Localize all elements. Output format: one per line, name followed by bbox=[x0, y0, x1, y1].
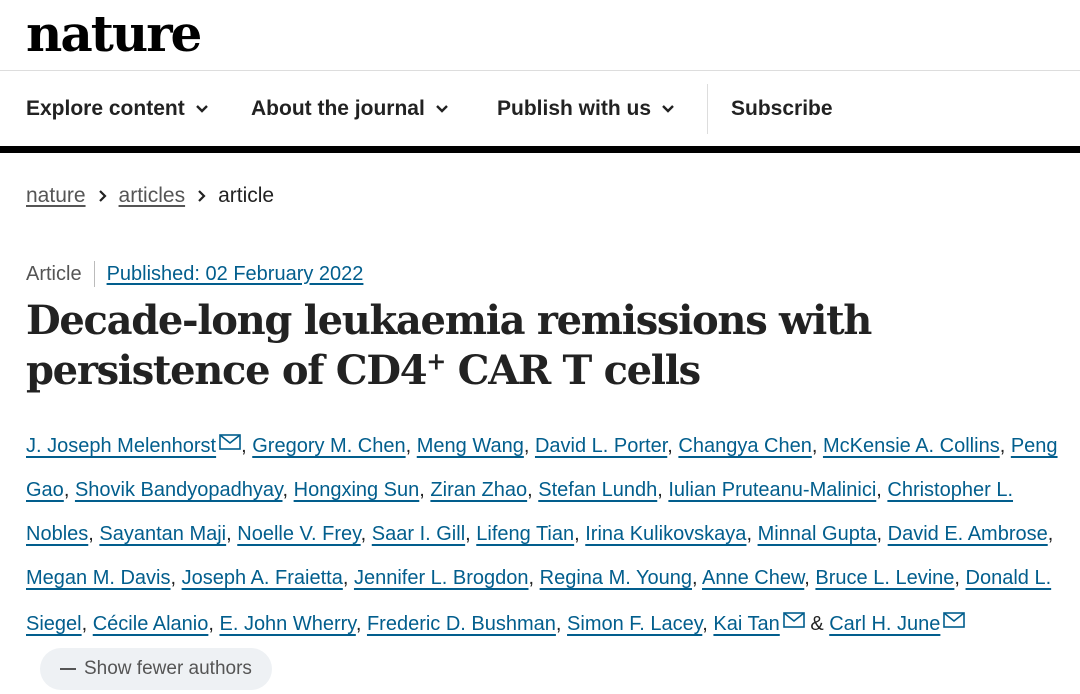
header-divider bbox=[0, 70, 1080, 71]
author-separator: , bbox=[342, 567, 354, 589]
nav-item-label: About the journal bbox=[251, 97, 425, 120]
author-separator: , bbox=[465, 523, 477, 545]
author-joiner: & bbox=[804, 613, 830, 635]
author-separator: , bbox=[88, 523, 100, 545]
article-meta: Article Published: 02 February 2022 bbox=[26, 258, 363, 290]
author-separator: , bbox=[876, 523, 888, 545]
author-separator: , bbox=[170, 567, 182, 589]
author-link[interactable]: Lifeng Tian bbox=[476, 523, 574, 545]
show-fewer-label: Show fewer authors bbox=[84, 657, 252, 679]
nav-item-label: Explore content bbox=[26, 97, 185, 120]
breadcrumb: nature articles article bbox=[26, 180, 274, 212]
author-link[interactable]: David E. Ambrose bbox=[888, 523, 1048, 545]
show-fewer-authors-button[interactable]: Show fewer authors bbox=[40, 647, 272, 690]
nav-item-label: Publish with us bbox=[497, 97, 652, 120]
email-icon[interactable] bbox=[782, 600, 805, 644]
author-link[interactable]: Cécile Alanio bbox=[93, 613, 209, 635]
author-separator: , bbox=[811, 435, 823, 457]
author-separator: , bbox=[1047, 523, 1054, 545]
published-date-link[interactable]: Published: 02 February 2022 bbox=[107, 263, 364, 286]
author-link[interactable]: Megan M. Davis bbox=[26, 567, 171, 589]
author-link[interactable]: Bruce L. Levine bbox=[815, 567, 954, 589]
title-text-end: CAR T cells bbox=[445, 347, 701, 394]
chevron-down-icon bbox=[195, 104, 209, 114]
author-separator: , bbox=[657, 479, 669, 501]
author-link[interactable]: McKensie A. Collins bbox=[823, 435, 1000, 457]
author-link[interactable]: Iulian Pruteanu-Malinici bbox=[668, 479, 876, 501]
author-separator: , bbox=[574, 523, 586, 545]
article-type: Article bbox=[26, 262, 82, 285]
subscribe-link[interactable]: Subscribe bbox=[731, 80, 833, 138]
author-separator: , bbox=[523, 435, 535, 457]
author-separator: , bbox=[405, 435, 417, 457]
author-link[interactable]: Joseph A. Fraietta bbox=[182, 567, 343, 589]
email-icon[interactable] bbox=[943, 600, 966, 644]
author-link[interactable]: Sayantan Maji bbox=[99, 523, 226, 545]
chevron-down-icon bbox=[435, 104, 449, 114]
author-separator: , bbox=[954, 567, 966, 589]
author-link[interactable]: Anne Chew bbox=[702, 567, 804, 589]
main-nav: Explore content About the journal Publis… bbox=[0, 80, 1080, 138]
header-thick-rule bbox=[0, 146, 1080, 153]
author-link[interactable]: David L. Porter bbox=[535, 435, 667, 457]
author-separator: , bbox=[876, 479, 888, 501]
author-link[interactable]: Saar I. Gill bbox=[372, 523, 465, 545]
author-separator: , bbox=[226, 523, 238, 545]
author-link[interactable]: Frederic D. Bushman bbox=[367, 613, 556, 635]
author-link[interactable]: Changya Chen bbox=[678, 435, 811, 457]
author-separator: , bbox=[702, 613, 714, 635]
author-separator: , bbox=[419, 479, 431, 501]
author-link[interactable]: Noelle V. Frey bbox=[237, 523, 360, 545]
author-separator: , bbox=[360, 523, 372, 545]
author-separator: , bbox=[527, 479, 539, 501]
author-separator: , bbox=[691, 567, 702, 589]
email-icon[interactable] bbox=[219, 422, 241, 466]
author-separator: , bbox=[63, 479, 75, 501]
author-separator: , bbox=[667, 435, 679, 457]
author-link[interactable]: J. Joseph Melenhorst bbox=[26, 435, 216, 457]
nature-logo[interactable]: nature bbox=[26, 2, 202, 66]
author-link[interactable]: Meng Wang bbox=[417, 435, 524, 457]
author-separator: , bbox=[804, 567, 816, 589]
author-separator: , bbox=[355, 613, 367, 635]
author-separator: , bbox=[282, 479, 294, 501]
chevron-right-icon bbox=[98, 189, 107, 203]
author-link[interactable]: Shovik Bandyopadhyay bbox=[75, 479, 283, 501]
author-link[interactable]: Carl H. June bbox=[829, 613, 940, 635]
nav-explore-content[interactable]: Explore content bbox=[26, 80, 209, 138]
minus-icon bbox=[60, 667, 76, 670]
author-link[interactable]: Minnal Gupta bbox=[758, 523, 877, 545]
author-separator: , bbox=[81, 613, 93, 635]
breadcrumb-link-articles[interactable]: articles bbox=[119, 184, 186, 208]
chevron-right-icon bbox=[197, 189, 206, 203]
author-link[interactable]: Kai Tan bbox=[713, 613, 779, 635]
author-link[interactable]: E. John Wherry bbox=[219, 613, 355, 635]
author-link[interactable]: Stefan Lundh bbox=[538, 479, 657, 501]
author-separator: , bbox=[208, 613, 220, 635]
chevron-down-icon bbox=[661, 104, 675, 114]
author-link[interactable]: Simon F. Lacey bbox=[567, 613, 702, 635]
author-list: J. Joseph Melenhorst, Gregory M. Chen, M… bbox=[26, 422, 1066, 690]
author-link[interactable]: Regina M. Young bbox=[540, 567, 692, 589]
author-separator: , bbox=[746, 523, 758, 545]
author-link[interactable]: Hongxing Sun bbox=[294, 479, 420, 501]
nav-publish-with-us[interactable]: Publish with us bbox=[497, 80, 675, 138]
nav-about-the-journal[interactable]: About the journal bbox=[251, 80, 449, 138]
author-separator: , bbox=[999, 435, 1011, 457]
author-link[interactable]: Irina Kulikovskaya bbox=[585, 523, 746, 545]
author-link[interactable]: Gregory M. Chen bbox=[252, 435, 405, 457]
title-superscript: + bbox=[426, 346, 446, 376]
nav-divider bbox=[707, 84, 708, 134]
article-title: Decade-long leukaemia remissions with pe… bbox=[26, 296, 1066, 396]
breadcrumb-link-nature[interactable]: nature bbox=[26, 184, 86, 208]
author-link[interactable]: Ziran Zhao bbox=[430, 479, 527, 501]
breadcrumb-current: article bbox=[218, 184, 275, 207]
author-link[interactable]: Jennifer L. Brogdon bbox=[354, 567, 529, 589]
meta-divider bbox=[93, 261, 95, 287]
author-separator: , bbox=[241, 435, 253, 457]
author-separator: , bbox=[555, 613, 568, 635]
author-separator: , bbox=[528, 567, 540, 589]
